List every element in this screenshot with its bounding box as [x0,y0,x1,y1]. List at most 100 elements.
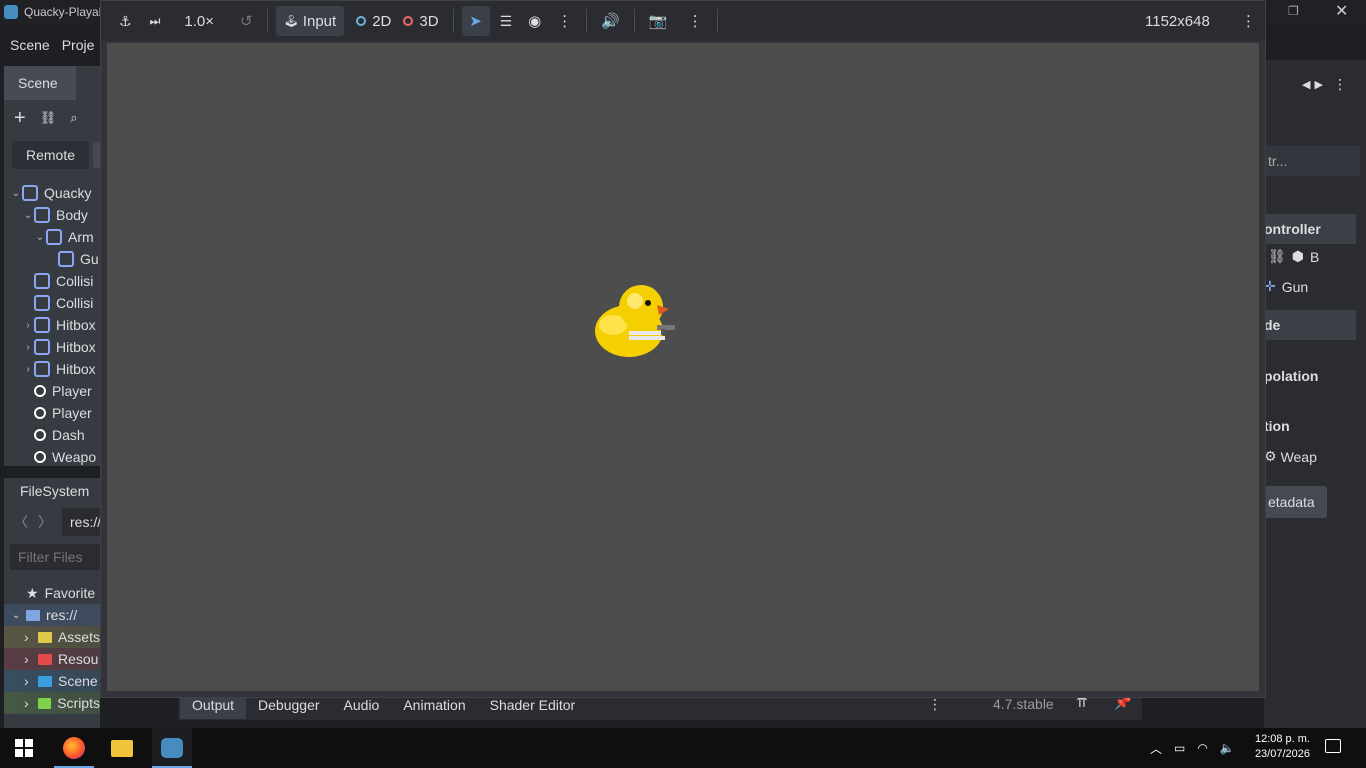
chevron-right-icon[interactable]: › [22,342,34,353]
chevron-right-icon[interactable]: › [24,651,38,667]
list-select-icon[interactable]: ☰ [494,6,519,36]
more-icon[interactable]: ⋮ [551,6,578,36]
b-label: B [1310,248,1320,265]
weapon-label[interactable]: Weap [1281,449,1317,465]
search-icon[interactable]: ⌕ [70,110,77,126]
scene-tree-item-label: Arm [68,229,94,245]
speaker-icon[interactable]: 🔊 [595,6,626,36]
link-icon[interactable]: ⛓ [1268,248,1286,265]
add-metadata-button[interactable]: etadata [1256,486,1327,518]
godot-icon [161,738,183,758]
chevron-right-icon[interactable]: › [22,364,34,375]
history-forward-icon[interactable]: ▶ [1314,78,1322,91]
more-icon[interactable]: ⋮ [682,6,709,36]
camera-icon[interactable]: 📷 [643,6,674,36]
more-icon[interactable]: ⋮ [1333,76,1347,93]
menu-scene[interactable]: Scene [0,31,60,59]
reset-speed-icon[interactable]: ↺ [234,6,259,36]
forward-icon[interactable]: 〉 [38,512,52,532]
scene-tree-item-label: Dash [52,427,85,443]
menu-project[interactable]: Proje [60,31,105,59]
node-icon [34,451,46,463]
scene-tree-item-label: Quacky [44,185,92,201]
embed-icon[interactable]: ⚓ [113,6,138,36]
scene-tree-item[interactable]: ⌄ Arm [4,226,100,248]
eye-icon[interactable]: ◉ [522,6,547,36]
mode-2d-button[interactable]: 2D [350,6,397,36]
tab-scene[interactable]: Scene [4,66,76,100]
folder-item[interactable]: › Assets [4,626,100,648]
tab-filesystem[interactable]: FileSystem [4,478,100,504]
scene-tree-item[interactable]: Gu [4,248,100,270]
more-icon[interactable]: ⋮ [1235,6,1262,36]
history-back-icon[interactable]: ◀ [1302,78,1310,91]
file-explorer-taskbar-icon[interactable] [102,728,142,768]
scene-tree: ⌄ Quacky ⌄ Body ⌄ Arm Gu Collisi Collisi › Hitbox ›… [4,174,100,468]
local-button[interactable] [93,142,100,168]
circle-3d-icon [403,16,414,26]
scene-tree-item[interactable]: Weapo [4,446,100,468]
wifi-icon[interactable]: ◠ [1197,741,1207,755]
back-icon[interactable]: 〈 [14,512,28,532]
chevron-down-icon[interactable]: ⌄ [22,210,34,221]
input-mode-button[interactable]: 🕹 Input [275,6,345,36]
firefox-taskbar-icon[interactable] [54,728,94,768]
node-icon [34,407,46,419]
windows-logo-icon [15,739,33,757]
scene-tree-item[interactable]: ⌄ Quacky [4,182,100,204]
folder-label: Scene [58,673,98,689]
notification-icon[interactable] [1325,739,1341,753]
chevron-right-icon[interactable]: › [22,320,34,331]
scene-tree-item[interactable]: › Hitbox [4,336,100,358]
res-root-item[interactable]: ⌄ res:// [4,604,100,626]
speed-button[interactable]: 1.0× [178,6,220,36]
scene-tree-item[interactable]: ⌄ Body [4,204,100,226]
version-label: 4.7.stable [993,696,1054,712]
scene-tree-item[interactable]: › Hitbox [4,358,100,380]
scene-tree-item[interactable]: Player [4,402,100,424]
inspector-dropdown-label: tr... [1268,153,1288,169]
add-node-icon[interactable]: + [14,107,26,130]
close-icon[interactable]: ✕ [1335,1,1348,21]
scene-tree-item[interactable]: Collisi [4,292,100,314]
res-root-label: res:// [46,607,78,623]
inspector-dropdown[interactable]: tr... [1264,146,1360,176]
scene-tree-item[interactable]: Player [4,380,100,402]
restore-icon[interactable]: ❐ [1288,4,1299,18]
game-toolbar: ⚓ ⏭ 1.0× ↺ 🕹 Input 2D 3D ➤ ☰ ◉ ⋮ 🔊 📷 ⋮ 1… [101,1,1265,41]
mode-3d-button[interactable]: 3D [397,6,444,36]
chevron-down-icon[interactable]: ⌄ [10,188,22,199]
favorites-item[interactable]: ★ Favorite [4,582,100,604]
scene-tree-item[interactable]: Collisi [4,270,100,292]
taskbar: ︿ ▭ ◠ 🔈 12:08 p. m. 23/07/2026 [0,728,1366,768]
more-icon[interactable]: ⋮ [928,696,942,713]
folder-item[interactable]: › Scripts [4,692,100,714]
folder-icon [37,697,52,709]
game-window: ⚓ ⏭ 1.0× ↺ 🕹 Input 2D 3D ➤ ☰ ◉ ⋮ 🔊 📷 ⋮ 1… [100,0,1266,698]
filter-files-input[interactable] [10,544,100,570]
scene-tree-item[interactable]: Dash [4,424,100,446]
next-frame-icon[interactable]: ⏭ [144,6,167,36]
link-icon[interactable]: ⛓ [40,110,57,126]
start-button[interactable] [4,728,44,768]
volume-icon[interactable]: 🔈 [1220,741,1235,755]
folder-item[interactable]: › Resou [4,648,100,670]
clock[interactable]: 12:08 p. m. 23/07/2026 [1240,732,1310,762]
scene-tree-item-label: Player [52,383,92,399]
area-icon [34,361,50,377]
battery-icon[interactable]: ▭ [1174,741,1185,755]
remote-button[interactable]: Remote [12,141,90,169]
select-icon[interactable]: ➤ [461,6,490,36]
clock-time: 12:08 p. m. [1254,733,1310,745]
chevron-up-icon[interactable]: ︿ [1150,740,1162,757]
folder-item[interactable]: › Scene [4,670,100,692]
chevron-right-icon[interactable]: › [24,629,38,645]
godot-taskbar-icon[interactable] [152,728,192,768]
chevron-down-icon[interactable]: ⌄ [34,232,46,243]
game-viewport[interactable] [107,43,1259,691]
chevron-right-icon[interactable]: › [24,695,38,711]
tion-label: tion [1264,418,1290,434]
chevron-right-icon[interactable]: › [24,673,38,689]
folder-label: Resou [58,651,99,667]
scene-tree-item[interactable]: › Hitbox [4,314,100,336]
